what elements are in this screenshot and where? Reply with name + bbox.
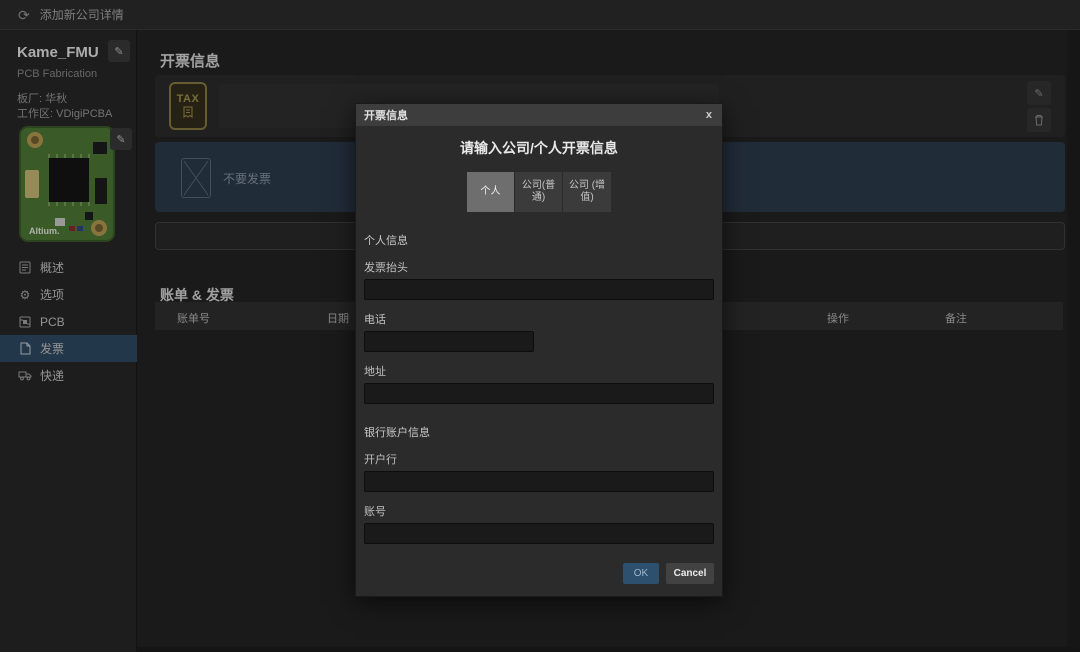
tab-personal[interactable]: 个人 [467, 172, 515, 212]
dialog-body: 请输入公司/个人开票信息 个人 公司(普通) 公司 (增值) 个人信息 发票抬头… [356, 138, 722, 596]
invoice-title-input[interactable] [364, 279, 714, 300]
personal-info-section-label: 个人信息 [364, 235, 408, 247]
bank-account-section-label: 银行账户信息 [364, 427, 430, 439]
dialog-title: 开票信息 [364, 110, 408, 122]
invoice-type-tabs: 个人 公司(普通) 公司 (增值) [364, 172, 714, 212]
tab-company-vat[interactable]: 公司 (增值) [563, 172, 611, 212]
address-input[interactable] [364, 383, 714, 404]
dialog-title-bar[interactable]: 开票信息 x [356, 104, 722, 126]
address-label: 地址 [364, 366, 386, 378]
bank-input[interactable] [364, 471, 714, 492]
bank-label: 开户行 [364, 454, 397, 466]
account-label: 账号 [364, 506, 386, 518]
app-window: ⟳ 添加新公司详情 Kame_FMU ✎ PCB Fabrication 板厂:… [0, 0, 1080, 652]
phone-input[interactable] [364, 331, 534, 352]
cancel-button[interactable]: Cancel [666, 563, 714, 584]
close-icon[interactable]: x [704, 109, 714, 121]
dialog-heading: 请输入公司/个人开票信息 [460, 140, 618, 156]
phone-label: 电话 [364, 314, 386, 326]
invoice-info-dialog: 开票信息 x 请输入公司/个人开票信息 个人 公司(普通) 公司 (增值) 个人… [355, 103, 723, 597]
ok-button[interactable]: OK [623, 563, 659, 584]
dialog-footer: OK Cancel [364, 563, 714, 584]
tab-company-regular[interactable]: 公司(普通) [515, 172, 563, 212]
account-input[interactable] [364, 523, 714, 544]
invoice-title-label: 发票抬头 [364, 262, 408, 274]
